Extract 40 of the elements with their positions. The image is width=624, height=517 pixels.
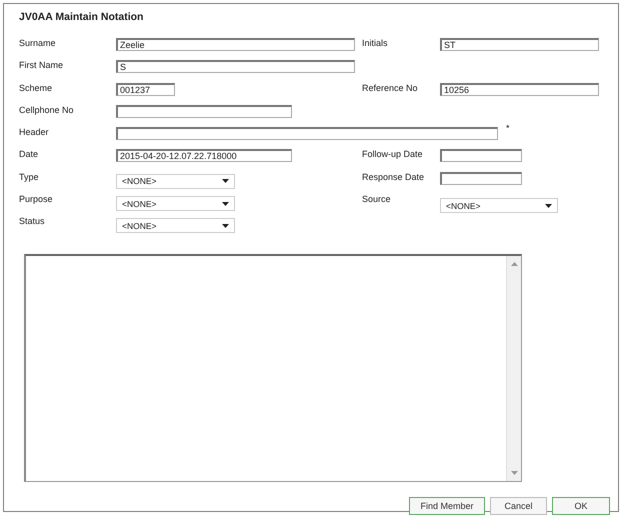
field-label: Follow-up Date [362, 149, 424, 160]
field-label: Scheme [19, 82, 54, 93]
field-label: First Name [19, 60, 64, 70]
field-label: Initials [362, 38, 389, 48]
field-label: Surname [19, 38, 57, 48]
required-mark: * [506, 123, 510, 134]
field-label: Cellphone No [19, 104, 75, 115]
field-label: Status [19, 216, 46, 226]
text-field[interactable] [116, 127, 498, 140]
scroll-down-icon[interactable] [510, 470, 518, 475]
field-label: Reference No [362, 82, 419, 93]
text-field[interactable]: 2015-04-20-12.07.22.718000 [116, 149, 292, 162]
field-label: Date [19, 149, 40, 160]
window-title: JV0AA Maintain Notation [19, 11, 144, 25]
text-field[interactable] [440, 172, 522, 185]
text-field[interactable] [116, 104, 292, 118]
dialog-button[interactable]: OK [552, 496, 610, 515]
field-label: Header [19, 127, 50, 138]
caret-icon [222, 179, 229, 184]
field-label: Purpose [19, 194, 54, 204]
dropdown[interactable]: <NONE> [116, 196, 235, 212]
text-field[interactable]: S [116, 60, 355, 74]
dropdown[interactable]: <NONE> [440, 198, 558, 214]
caret-icon [222, 202, 229, 206]
text-field[interactable]: 10256 [440, 82, 599, 96]
dropdown[interactable]: <NONE> [116, 174, 235, 189]
dropdown[interactable]: <NONE> [116, 218, 235, 234]
scroll-up-icon[interactable] [510, 262, 518, 266]
text-field[interactable]: Zeelie [116, 38, 355, 51]
text-field[interactable] [440, 149, 522, 162]
caret-icon [545, 204, 552, 208]
text-field[interactable]: ST [440, 38, 599, 51]
caret-icon [222, 224, 229, 228]
dialog-button[interactable]: Find Member [409, 496, 485, 515]
text-field[interactable]: 001237 [116, 82, 175, 96]
field-label: Response Date [362, 172, 426, 182]
field-label: Type [19, 172, 40, 182]
field-label: Source [362, 194, 392, 204]
scrollbar[interactable] [506, 256, 521, 481]
dialog-button[interactable]: Cancel [490, 496, 547, 515]
